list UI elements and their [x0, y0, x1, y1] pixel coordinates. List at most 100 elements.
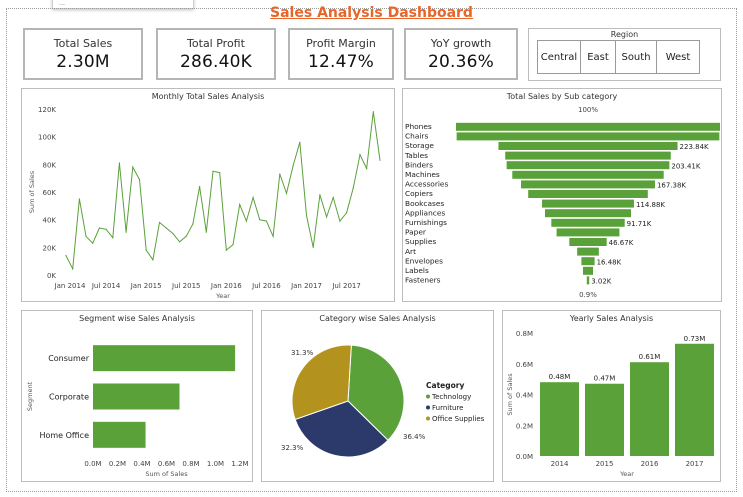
data-point	[259, 219, 261, 221]
pie-data-label: 36.4%	[403, 433, 426, 441]
data-point	[105, 228, 107, 230]
kpi-card-total-profit[interactable]: Total Profit 286.40K	[156, 28, 276, 80]
x-tick-label: Jan 2016	[210, 282, 242, 290]
dashboard-title: Sales Analysis Dashboard	[270, 5, 473, 21]
y-tick-label: 60K	[43, 189, 57, 197]
legend-entry: Furniture	[432, 404, 463, 412]
funnel-data-label: 114.88K	[636, 201, 665, 209]
legend-title: Category	[426, 381, 464, 390]
data-point	[112, 237, 114, 239]
x-tick-label: 0.0M	[84, 460, 101, 468]
y-tick-label: 0K	[47, 272, 56, 280]
year-data-label: 0.47M	[594, 375, 616, 383]
funnel-category-label: Appliances	[405, 208, 445, 217]
x-tick-label: 0.6M	[158, 460, 175, 468]
category-sales-panel: Category wise Sales Analysis 36.4% 32.3% 3…	[261, 310, 494, 482]
year-bar	[585, 383, 624, 456]
legend-swatch	[426, 416, 430, 421]
funnel-data-label: 16.48K	[597, 258, 622, 266]
x-axis-label: Year	[619, 470, 634, 478]
data-point	[245, 220, 247, 222]
y-tick-label: 100K	[38, 134, 56, 142]
y-tick-label: 80K	[43, 161, 57, 169]
data-point	[205, 231, 207, 233]
kpi-value: 20.36%	[427, 52, 495, 72]
x-tick-label: 2014	[551, 460, 569, 468]
category-pie-chart: 36.4% 32.3% 31.3% Category Technology Furnitu…	[281, 344, 485, 458]
kpi-card-profit-margin[interactable]: Profit Margin 12.47%	[288, 28, 394, 80]
data-point	[219, 172, 221, 174]
region-option-west[interactable]: West	[656, 40, 700, 74]
data-point	[239, 203, 241, 206]
data-point	[359, 154, 361, 156]
pie-data-label: 31.3%	[291, 349, 314, 357]
funnel-data-label: 91.71K	[627, 220, 652, 228]
data-point	[332, 196, 334, 199]
year-bar	[630, 362, 669, 456]
data-point	[292, 165, 294, 167]
funnel-category-label: Binders	[405, 160, 433, 169]
funnel-category-label: Bookcases	[405, 199, 444, 208]
funnel-category-label: Fasteners	[405, 276, 441, 285]
kpi-card-yoy-growth[interactable]: YoY growth 20.36%	[404, 28, 518, 80]
funnel-bar	[569, 238, 607, 246]
legend-swatch	[426, 394, 430, 399]
x-tick-label: 2016	[641, 460, 659, 468]
data-point	[279, 173, 281, 175]
data-point	[72, 268, 74, 270]
subcategory-sales-panel: Total Sales by Sub category 100% Phones Ch…	[402, 88, 722, 302]
y-tick-label: 0.0M	[516, 453, 533, 461]
kpi-value: 12.47%	[307, 52, 375, 72]
kpi-value: 2.30M	[56, 52, 110, 72]
data-point	[65, 255, 67, 257]
funnel-data-label: 3.02K	[591, 278, 612, 286]
y-tick-label: 20K	[43, 244, 57, 252]
x-tick-label: Jul 2017	[331, 282, 361, 290]
kpi-label: Total Profit	[187, 37, 245, 50]
funnel-top-label: 100%	[578, 106, 598, 114]
funnel-category-label: Furnishings	[405, 218, 447, 227]
year-bar	[540, 382, 579, 456]
x-tick-label: 0.4M	[133, 460, 150, 468]
year-bar	[675, 343, 714, 456]
kpi-card-total-sales[interactable]: Total Sales 2.30M	[23, 28, 143, 80]
data-point	[379, 159, 381, 161]
data-point	[178, 241, 181, 243]
x-tick-label: Jan 2015	[130, 282, 162, 290]
data-point	[152, 259, 154, 261]
y-axis-label: Segment	[26, 381, 34, 411]
y-tick-label: 120K	[38, 106, 56, 114]
region-option-east[interactable]: East	[580, 40, 616, 74]
sales-line	[65, 111, 381, 271]
region-slicer: Region Central East South West	[528, 28, 721, 81]
x-tick-label: Jul 2014	[91, 282, 121, 290]
yearly-bar-chart: 0.0M 0.2M 0.4M 0.6M 0.8M 0.48M 2014 0.47M 2015 0.…	[506, 330, 714, 478]
region-option-central[interactable]: Central	[537, 40, 581, 74]
data-point	[272, 235, 274, 237]
data-point	[212, 170, 214, 172]
region-option-south[interactable]: South	[615, 40, 657, 74]
year-data-label: 0.48M	[549, 373, 571, 381]
funnel-category-label: Tables	[404, 151, 428, 160]
x-tick-label: 1.2M	[231, 460, 248, 468]
data-point	[158, 221, 161, 224]
x-axis-label: Year	[215, 292, 230, 300]
funnel-category-label: Phones	[405, 122, 432, 131]
data-point	[185, 235, 187, 237]
year-data-label: 0.73M	[684, 335, 706, 343]
monthly-sales-chart: 0K 20K 40K 60K 80K 100K 120K Jan 2014 Jul 2014 Ja…	[28, 106, 381, 300]
funnel-category-label: Chairs	[405, 132, 428, 141]
segment-bar-chart: Consumer Corporate Home Office 0.0M 0.2M 0.4M…	[26, 345, 249, 478]
y-axis-label: Sum of Sales	[506, 373, 514, 416]
y-tick-label: 0.8M	[516, 330, 533, 338]
data-point	[305, 214, 308, 217]
year-data-label: 0.61M	[639, 353, 661, 361]
funnel-category-label: Machines	[405, 170, 440, 179]
funnel-bar	[551, 218, 625, 227]
data-point	[85, 235, 87, 237]
legend-swatch	[426, 405, 430, 410]
data-point	[339, 220, 341, 222]
funnel-bar	[581, 257, 595, 266]
y-axis-label: Sum of Sales	[28, 170, 36, 213]
funnel-bar	[456, 132, 720, 141]
